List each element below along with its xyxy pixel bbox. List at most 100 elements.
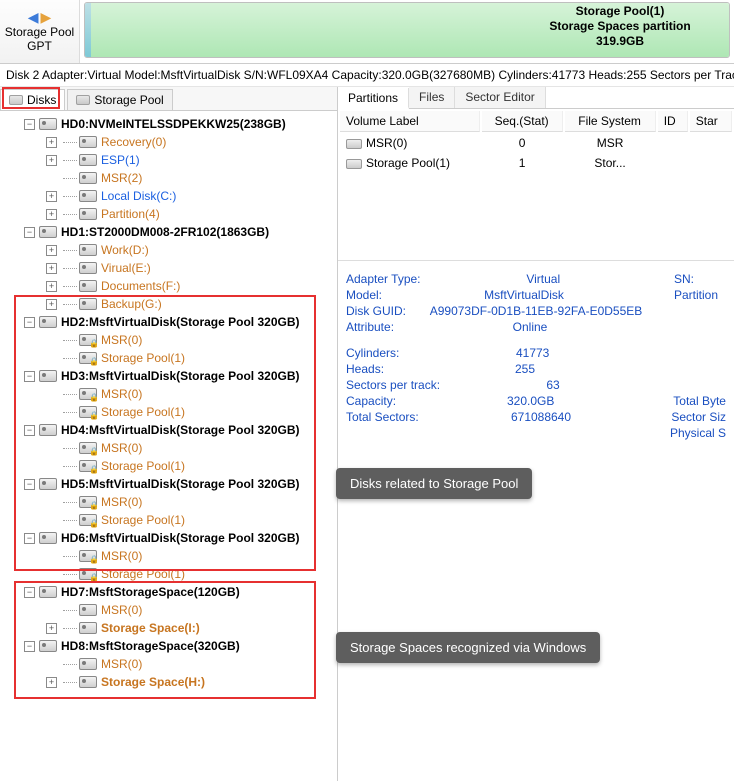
tree-label: MSR(0) bbox=[101, 387, 142, 401]
locked-volume-icon bbox=[79, 442, 97, 454]
cell-fs: Stor... bbox=[565, 154, 656, 172]
tree-node-documents-f[interactable]: +Documents(F:) bbox=[2, 277, 335, 295]
tree-node-recovery[interactable]: + Recovery(0) bbox=[2, 133, 335, 151]
tree-node-work-d[interactable]: +Work(D:) bbox=[2, 241, 335, 259]
tree-node-hd8[interactable]: −HD8:MsftStorageSpace(320GB) bbox=[2, 637, 335, 655]
nav-arrows-icon: ◀ ▶ bbox=[28, 10, 52, 24]
col-filesystem[interactable]: File System bbox=[565, 111, 656, 132]
locked-volume-icon bbox=[79, 514, 97, 526]
collapse-icon[interactable]: − bbox=[24, 533, 35, 544]
tab-disks[interactable]: Disks bbox=[0, 89, 65, 110]
collapse-icon[interactable]: − bbox=[24, 425, 35, 436]
arrow-right-icon: ▶ bbox=[41, 10, 52, 24]
detail-extra: SN: bbox=[666, 272, 726, 286]
tree-node-virual-e[interactable]: +Virual(E:) bbox=[2, 259, 335, 277]
col-seq[interactable]: Seq.(Stat) bbox=[482, 111, 563, 132]
tree-node-hd2-sp[interactable]: Storage Pool(1) bbox=[2, 349, 335, 367]
disk-tree[interactable]: −HD0:NVMeINTELSSDPEKKW25(238GB) + Recover… bbox=[0, 111, 337, 781]
locked-volume-icon bbox=[79, 406, 97, 418]
tree-node-hd4-sp[interactable]: Storage Pool(1) bbox=[2, 457, 335, 475]
collapse-icon[interactable]: − bbox=[24, 119, 35, 130]
tree-node-hd3-sp[interactable]: Storage Pool(1) bbox=[2, 403, 335, 421]
detail-key: Disk GUID: bbox=[346, 304, 406, 318]
table-row[interactable]: Storage Pool(1) 1 Stor... bbox=[340, 154, 732, 172]
collapse-icon[interactable]: − bbox=[24, 371, 35, 382]
hdd-icon bbox=[39, 118, 57, 130]
tree-label: Local Disk(C:) bbox=[101, 189, 176, 203]
tab-label: Storage Pool bbox=[94, 93, 163, 107]
tree-node-hd7-ss[interactable]: +Storage Space(I:) bbox=[2, 619, 335, 637]
detail-key: Capacity: bbox=[346, 394, 396, 408]
partition-map[interactable]: Storage Pool(1) Storage Spaces partition… bbox=[80, 0, 734, 63]
tree-node-hd1[interactable]: −HD1:ST2000DM008-2FR102(1863GB) bbox=[2, 223, 335, 241]
tree-node-hd8-msr[interactable]: MSR(0) bbox=[2, 655, 335, 673]
tree-node-hd3[interactable]: −HD3:MsftVirtualDisk(Storage Pool 320GB) bbox=[2, 367, 335, 385]
collapse-icon[interactable]: − bbox=[24, 587, 35, 598]
locked-volume-icon bbox=[79, 550, 97, 562]
hdd-icon bbox=[39, 316, 57, 328]
collapse-icon[interactable]: − bbox=[24, 641, 35, 652]
tree-node-hd4-msr[interactable]: MSR(0) bbox=[2, 439, 335, 457]
tree-label: Partition(4) bbox=[101, 207, 160, 221]
col-id[interactable]: ID bbox=[658, 111, 688, 132]
tab-files[interactable]: Files bbox=[409, 87, 455, 108]
tree-node-localdisk-c[interactable]: + Local Disk(C:) bbox=[2, 187, 335, 205]
detail-key: Attribute: bbox=[346, 320, 394, 334]
tab-partitions[interactable]: Partitions bbox=[338, 88, 409, 109]
expand-icon[interactable]: + bbox=[46, 191, 57, 202]
hdd-icon bbox=[39, 226, 57, 238]
tree-node-hd3-msr[interactable]: MSR(0) bbox=[2, 385, 335, 403]
expand-icon[interactable]: + bbox=[46, 677, 57, 688]
tree-label: HD6:MsftVirtualDisk(Storage Pool 320GB) bbox=[61, 531, 300, 545]
col-volume-label[interactable]: Volume Label bbox=[340, 111, 480, 132]
tree-node-hd2[interactable]: −HD2:MsftVirtualDisk(Storage Pool 320GB) bbox=[2, 313, 335, 331]
callout-storage-spaces: Storage Spaces recognized via Windows bbox=[336, 632, 600, 663]
expand-icon[interactable]: + bbox=[46, 209, 57, 220]
detail-value: Online bbox=[513, 320, 548, 334]
tab-sector-editor[interactable]: Sector Editor bbox=[455, 87, 545, 108]
expand-icon[interactable]: + bbox=[46, 245, 57, 256]
tab-storage-pool[interactable]: Storage Pool bbox=[67, 89, 172, 110]
tree-node-hd5-sp[interactable]: Storage Pool(1) bbox=[2, 511, 335, 529]
tree-node-hd2-msr[interactable]: MSR(0) bbox=[2, 331, 335, 349]
storage-pool-gpt-button[interactable]: ◀ ▶ Storage Pool GPT bbox=[0, 0, 80, 63]
tree-node-hd6-msr[interactable]: MSR(0) bbox=[2, 547, 335, 565]
collapse-icon[interactable]: − bbox=[24, 227, 35, 238]
expand-icon[interactable]: + bbox=[46, 137, 57, 148]
volume-icon bbox=[346, 139, 362, 149]
tree-node-backup-g[interactable]: +Backup(G:) bbox=[2, 295, 335, 313]
tree-node-esp[interactable]: + ESP(1) bbox=[2, 151, 335, 169]
tree-label: MSR(2) bbox=[101, 171, 142, 185]
tree-node-msr[interactable]: MSR(2) bbox=[2, 169, 335, 187]
col-start[interactable]: Star bbox=[690, 111, 732, 132]
volume-icon bbox=[79, 604, 97, 616]
expand-icon[interactable]: + bbox=[46, 263, 57, 274]
locked-volume-icon bbox=[79, 568, 97, 580]
tree-node-hd7[interactable]: −HD7:MsftStorageSpace(120GB) bbox=[2, 583, 335, 601]
tree-label: Recovery(0) bbox=[101, 135, 166, 149]
tree-node-hd4[interactable]: −HD4:MsftVirtualDisk(Storage Pool 320GB) bbox=[2, 421, 335, 439]
expand-icon[interactable]: + bbox=[46, 281, 57, 292]
expand-icon[interactable]: + bbox=[46, 623, 57, 634]
tree-node-hd0[interactable]: −HD0:NVMeINTELSSDPEKKW25(238GB) bbox=[2, 115, 335, 133]
expand-icon[interactable]: + bbox=[46, 299, 57, 310]
collapse-icon[interactable]: − bbox=[24, 317, 35, 328]
tree-node-hd5-msr[interactable]: MSR(0) bbox=[2, 493, 335, 511]
map-segment-trailing bbox=[723, 3, 729, 57]
tree-label: ESP(1) bbox=[101, 153, 140, 167]
tree-node-hd7-msr[interactable]: MSR(0) bbox=[2, 601, 335, 619]
tree-node-hd6[interactable]: − HD6:MsftVirtualDisk(Storage Pool 320GB) bbox=[2, 529, 335, 547]
detail-value: 671088640 bbox=[511, 410, 571, 424]
tree-node-partition4[interactable]: + Partition(4) bbox=[2, 205, 335, 223]
detail-key: Total Sectors: bbox=[346, 410, 419, 424]
expand-icon[interactable]: + bbox=[46, 155, 57, 166]
tree-node-hd8-ss[interactable]: +Storage Space(H:) bbox=[2, 673, 335, 691]
tree-node-hd5[interactable]: −HD5:MsftVirtualDisk(Storage Pool 320GB) bbox=[2, 475, 335, 493]
partitions-table[interactable]: Volume Label Seq.(Stat) File System ID S… bbox=[338, 109, 734, 174]
table-row[interactable]: MSR(0) 0 MSR bbox=[340, 134, 732, 152]
detail-extra: Physical S bbox=[662, 426, 726, 440]
collapse-icon[interactable]: − bbox=[24, 479, 35, 490]
tree-node-hd6-sp[interactable]: Storage Pool(1) bbox=[2, 565, 335, 583]
tree-label: Storage Pool(1) bbox=[101, 513, 185, 527]
locked-volume-icon bbox=[79, 460, 97, 472]
